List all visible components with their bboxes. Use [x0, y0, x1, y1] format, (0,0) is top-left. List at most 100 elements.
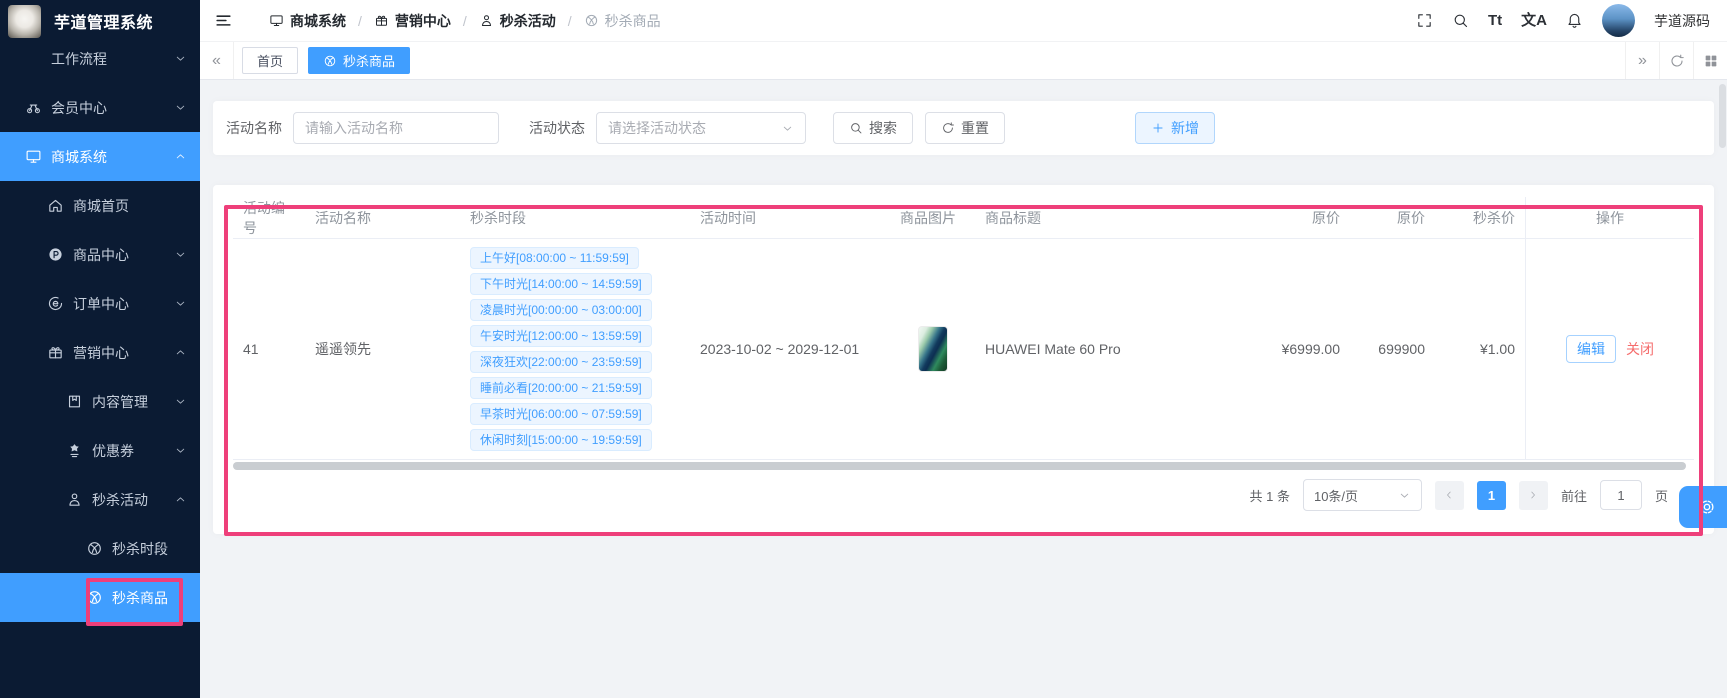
tab-home[interactable]: 首页 [242, 47, 298, 74]
chevron-down-icon [174, 297, 187, 310]
sidebar-item-label: 商品中心 [73, 245, 129, 265]
seckill-time-icon [86, 540, 103, 557]
pagination: 共 1 条 10条/页 1 前往 页 [233, 470, 1694, 520]
gift-icon [47, 344, 64, 361]
header-original-price-2: 原价 [1350, 197, 1435, 238]
breadcrumb-label: 商城系统 [290, 11, 346, 31]
segment-tag: 午安时光[12:00:00 ~ 13:59:59] [470, 325, 652, 347]
window-scrollbar-thumb[interactable] [1719, 84, 1726, 148]
username[interactable]: 芋道源码 [1654, 11, 1710, 31]
activity-status-label: 活动状态 [529, 118, 585, 138]
fullscreen-icon[interactable] [1416, 12, 1433, 29]
sidebar-item-mall-home[interactable]: 商城首页 [0, 181, 200, 230]
cell-seckill-segments: 上午好[08:00:00 ~ 11:59:59] 下午时光[14:00:00 ~… [460, 239, 690, 459]
order-e-icon [47, 295, 64, 312]
home-icon [47, 197, 64, 214]
header-actions: 操作 [1525, 197, 1694, 238]
segment-tag: 睡前必看[20:00:00 ~ 21:59:59] [470, 377, 652, 399]
tabs-scroll-left-button[interactable]: « [200, 42, 234, 79]
segment-tag: 上午好[08:00:00 ~ 11:59:59] [470, 247, 639, 269]
tab-seckill-product[interactable]: 秒杀商品 [308, 47, 410, 74]
close-button[interactable]: 关闭 [1626, 339, 1654, 359]
plus-icon [1151, 121, 1165, 135]
activity-status-select[interactable]: 请选择活动状态 [596, 112, 806, 144]
segment-tag: 下午时光[14:00:00 ~ 14:59:59] [470, 273, 652, 295]
header-product-title: 商品标题 [975, 197, 1245, 238]
sidebar-item-seckill-product[interactable]: 秒杀商品 [0, 573, 200, 622]
translate-icon[interactable]: 文A [1521, 13, 1547, 28]
page-size-select[interactable]: 10条/页 [1303, 479, 1422, 511]
product-thumbnail[interactable] [918, 326, 948, 372]
topbar-actions: Tt 文A 芋道源码 [1416, 4, 1727, 37]
page-number-button[interactable]: 1 [1477, 481, 1506, 510]
font-size-icon[interactable]: Tt [1488, 13, 1502, 28]
breadcrumb-separator: / [568, 13, 572, 29]
next-page-button[interactable] [1519, 481, 1548, 510]
breadcrumb-mall-system[interactable]: 商城系统 [269, 11, 346, 31]
prev-page-button[interactable] [1435, 481, 1464, 510]
refresh-button[interactable] [1659, 42, 1693, 79]
add-button[interactable]: 新增 [1135, 112, 1215, 144]
seckill-product-icon [86, 589, 103, 606]
select-placeholder: 请选择活动状态 [608, 118, 706, 138]
sidebar-item-workflow[interactable]: 工作流程 [0, 34, 200, 83]
breadcrumb-label: 秒杀商品 [605, 11, 661, 31]
edit-button[interactable]: 编辑 [1566, 335, 1616, 363]
pagination-total: 共 1 条 [1250, 486, 1290, 505]
tab-label: 秒杀商品 [343, 51, 395, 70]
bell-icon[interactable] [1566, 12, 1583, 29]
search-icon[interactable] [1452, 12, 1469, 29]
button-label: 新增 [1171, 118, 1199, 138]
chevron-down-icon [174, 444, 187, 457]
sidebar-item-mall-system[interactable]: 商城系统 [0, 132, 200, 181]
layout-grid-button[interactable] [1693, 42, 1727, 79]
activity-name-label: 活动名称 [226, 118, 282, 138]
sidebar-item-label: 内容管理 [92, 392, 148, 412]
cell-seckill-price: ¥1.00 [1435, 341, 1525, 357]
goto-label: 前往 [1561, 486, 1587, 505]
sidebar-item-label: 工作流程 [51, 49, 107, 69]
sidebar-item-member-center[interactable]: 会员中心 [0, 83, 200, 132]
chevron-left-icon [1443, 489, 1455, 501]
header-product-image: 商品图片 [890, 197, 975, 238]
goto-page-input[interactable] [1600, 480, 1642, 510]
seckill-product-icon [584, 13, 599, 28]
sidebar-item-marketing-center[interactable]: 营销中心 [0, 328, 200, 377]
search-icon [849, 121, 863, 135]
reset-button[interactable]: 重置 [925, 112, 1005, 144]
sidebar-item-seckill-activity[interactable]: 秒杀活动 [0, 475, 200, 524]
header-seckill-price: 秒杀价 [1435, 197, 1525, 238]
sidebar-item-label: 秒杀时段 [112, 539, 168, 559]
hamburger-icon[interactable] [214, 11, 233, 30]
sidebar-item-order-center[interactable]: 订单中心 [0, 279, 200, 328]
breadcrumb-label: 秒杀活动 [500, 11, 556, 31]
tabbar: « 首页 秒杀商品 » [200, 42, 1727, 80]
activity-name-input[interactable] [293, 112, 499, 144]
user-avatar[interactable] [1602, 4, 1635, 37]
goto-unit-label: 页 [1655, 486, 1668, 505]
breadcrumb-marketing-center[interactable]: 营销中心 [374, 11, 451, 31]
cell-product-title: HUAWEI Mate 60 Pro [975, 341, 1245, 357]
member-icon [25, 99, 42, 116]
mall-monitor-icon [269, 13, 284, 28]
search-button[interactable]: 搜索 [833, 112, 913, 144]
table-horizontal-scrollbar[interactable] [233, 462, 1686, 470]
window-scrollbar[interactable] [1719, 84, 1726, 690]
segment-tag: 凌晨时光[00:00:00 ~ 03:00:00] [470, 299, 652, 321]
sidebar-item-content-management[interactable]: 内容管理 [0, 377, 200, 426]
sidebar-item-product-center[interactable]: 商品中心 [0, 230, 200, 279]
header-seckill-segments: 秒杀时段 [460, 197, 690, 238]
mall-monitor-icon [25, 148, 42, 165]
tabs-scroll-right-button[interactable]: » [1625, 42, 1659, 79]
sidebar-item-seckill-time[interactable]: 秒杀时段 [0, 524, 200, 573]
sidebar-item-coupon[interactable]: 优惠券 [0, 426, 200, 475]
chevron-down-icon [174, 395, 187, 408]
sidebar-item-label: 营销中心 [73, 343, 129, 363]
breadcrumb-seckill-activity[interactable]: 秒杀活动 [479, 11, 556, 31]
header-activity-name: 活动名称 [305, 197, 460, 238]
table-header-row: 活动编号 活动名称 秒杀时段 活动时间 商品图片 商品标题 原价 原价 秒杀价 … [233, 197, 1694, 239]
table-row: 41 遥遥领先 上午好[08:00:00 ~ 11:59:59] 下午时光[14… [233, 239, 1694, 460]
segment-tag: 早茶时光[06:00:00 ~ 07:59:59] [470, 403, 652, 425]
header-original-price: 原价 [1245, 197, 1350, 238]
cell-activity-time: 2023-10-02 ~ 2029-12-01 [690, 341, 890, 357]
